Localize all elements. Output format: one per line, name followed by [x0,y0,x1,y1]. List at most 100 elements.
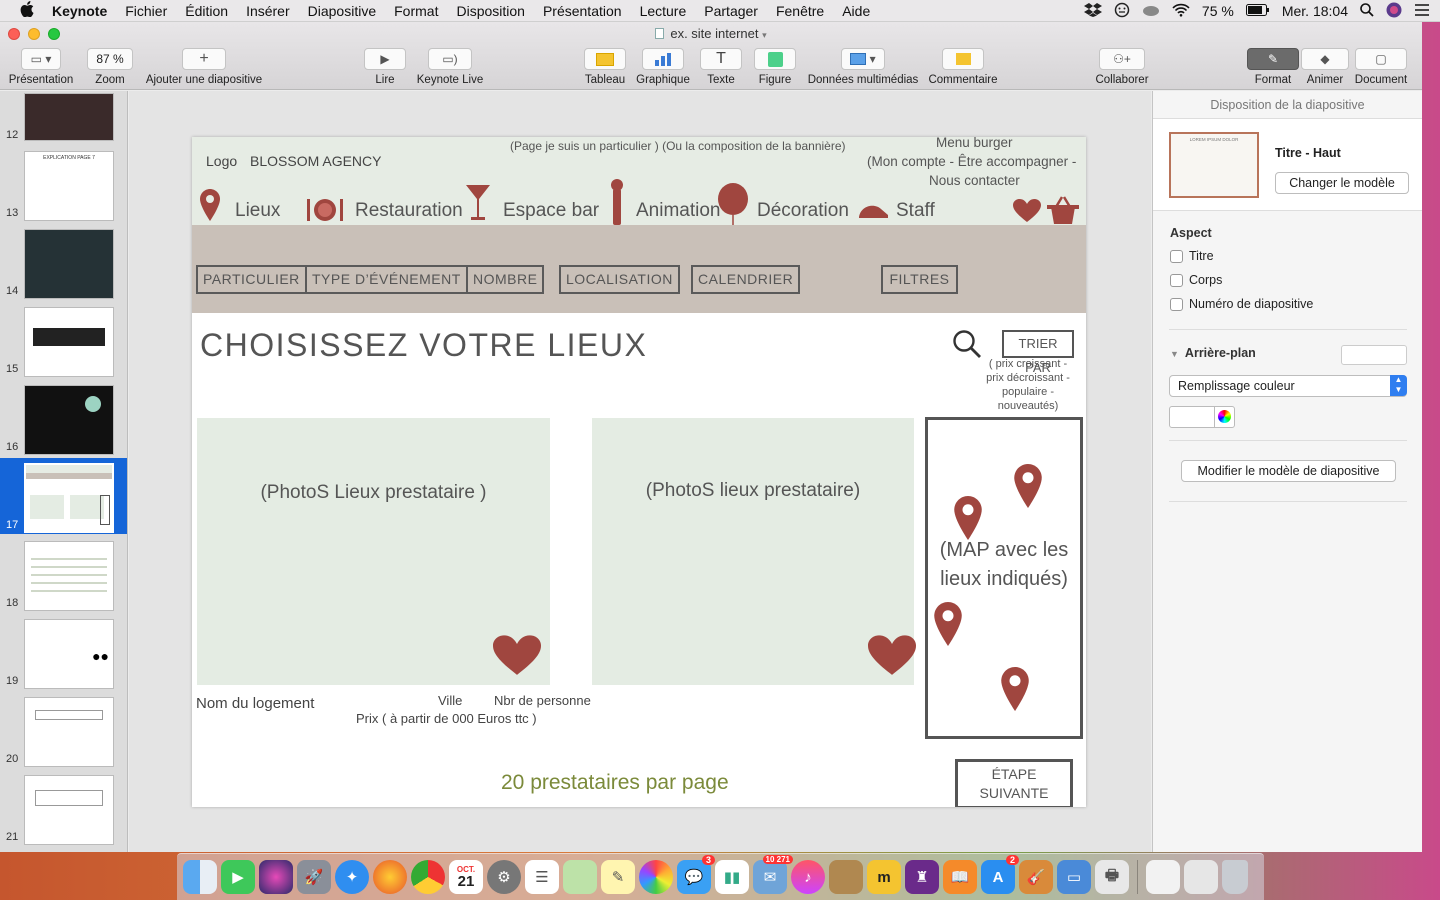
slide-thumbnail-15[interactable] [24,307,114,377]
game-icon[interactable]: ♜ [905,860,939,894]
fill-type-select[interactable]: Remplissage couleur ▲ ▼ [1169,375,1407,397]
launchpad-icon[interactable]: 🚀 [297,860,331,894]
play-button[interactable]: ▶ Lire [364,48,406,86]
next-step-button[interactable]: ÉTAPE SUIVANTE [955,759,1073,807]
status-face-icon[interactable] [1114,2,1130,21]
presentation-menu-button[interactable]: ▭ ▾ Présentation [8,48,74,86]
menu-aide[interactable]: Aide [842,3,870,19]
menu-format[interactable]: Format [394,3,438,19]
color-wheel-button[interactable] [1214,406,1235,428]
media-button[interactable]: ▾ Données multimédias [806,48,920,86]
edit-master-button[interactable]: Modifier le modèle de diapositive [1181,460,1396,482]
siri-dock-icon[interactable] [259,860,293,894]
slide-thumbnail-21[interactable] [24,775,114,845]
notification-center-icon[interactable] [1414,3,1430,20]
zoom-menu-button[interactable]: 87 % Zoom [86,48,134,86]
documents-stack-icon[interactable] [1184,860,1218,894]
menu-edition[interactable]: Édition [185,3,228,19]
dropbox-icon[interactable] [1083,2,1102,20]
map-pin-icon[interactable] [934,602,962,646]
shopping-basket-icon[interactable] [1047,195,1079,225]
nav-espace-bar[interactable]: Espace bar [503,200,599,222]
menu-presentation[interactable]: Présentation [543,3,622,19]
menu-disposition[interactable]: Disposition [456,3,524,19]
table-button[interactable]: Tableau [583,48,627,86]
collaborate-button[interactable]: ⚇+ Collaborer [1094,48,1150,86]
slide-thumbnail-20[interactable] [24,697,114,767]
format-tab[interactable]: ✎ Format [1247,48,1299,86]
notes-icon[interactable]: ✎ [601,860,635,894]
keynote-live-button[interactable]: ▭) Keynote Live [414,48,486,86]
menu-lecture[interactable]: Lecture [640,3,687,19]
wifi-icon[interactable] [1172,3,1190,20]
slide-thumbnail-19[interactable]: ●● [24,619,114,689]
chart-button[interactable]: Graphique [635,48,691,86]
slide-number-checkbox[interactable] [1170,297,1183,311]
contacts-icon[interactable] [829,860,863,894]
books-icon[interactable]: 📖 [943,860,977,894]
change-master-button[interactable]: Changer le modèle [1275,172,1409,194]
calendar-icon[interactable]: OCT. 21 [449,860,483,894]
document-title[interactable]: ex. site internet ▾ [0,26,1422,41]
spotlight-search-icon[interactable] [1360,2,1374,20]
filter-nombre[interactable]: NOMBRE [466,265,545,294]
filter-filtres-button[interactable]: FILTRES [881,265,958,294]
m-app-icon[interactable]: m [867,860,901,894]
music-icon[interactable]: ♪ [791,860,825,894]
firefox-icon[interactable] [373,860,407,894]
photos-icon[interactable] [639,860,673,894]
app-store-icon[interactable]: A2 [981,855,1019,894]
filter-localisation[interactable]: LOCALISATION [559,265,680,294]
facetime-icon[interactable]: ▶ [221,860,255,894]
map-pin-icon[interactable] [1014,464,1042,508]
favorites-heart-icon[interactable] [1013,199,1041,223]
clock[interactable]: Mer. 18:04 [1282,3,1348,19]
add-slide-button[interactable]: + Ajouter une diapositive [142,48,266,86]
apple-menu-icon[interactable] [20,0,34,21]
keynote-dock-icon[interactable]: ▭ [1057,860,1091,894]
chrome-icon[interactable] [411,860,445,894]
menu-app-keynote[interactable]: Keynote [52,3,107,19]
search-icon[interactable] [952,329,982,359]
map-pin-icon[interactable] [954,496,982,540]
slide-thumbnail-16[interactable] [24,385,114,455]
favorite-heart-icon[interactable] [493,635,541,677]
comment-button[interactable]: Commentaire [927,48,999,86]
venue-photo-1[interactable]: (PhotoS Lieux prestataire ) [197,418,550,685]
trash-icon[interactable] [1222,860,1248,894]
creative-cloud-icon[interactable] [1142,3,1160,20]
background-color-swatch[interactable] [1341,345,1407,365]
menu-diapositive[interactable]: Diapositive [308,3,376,19]
downloads-stack-icon[interactable] [1146,860,1180,894]
animate-tab[interactable]: ◆ Animer [1301,48,1349,86]
nav-restauration[interactable]: Restauration [355,200,463,222]
favorite-heart-icon[interactable] [868,635,916,677]
maps-icon[interactable] [563,860,597,894]
numbers-icon[interactable]: ▮▮ [715,860,749,894]
title-checkbox-row[interactable]: Titre [1170,249,1214,263]
slide-number-checkbox-row[interactable]: Numéro de diapositive [1170,297,1313,311]
menu-inserer[interactable]: Insérer [246,3,290,19]
system-preferences-icon[interactable]: ⚙ [487,860,521,894]
nav-animation[interactable]: Animation [636,200,721,222]
finder-icon[interactable] [183,860,217,894]
fill-color-well[interactable] [1169,406,1215,428]
map-panel[interactable]: (MAP avec les lieux indiqués) [925,417,1083,739]
document-tab[interactable]: ▢ Document [1352,48,1410,86]
battery-icon[interactable] [1245,3,1270,19]
sort-button[interactable]: TRIER PAR [1002,330,1074,375]
slide-thumbnail-14[interactable] [24,229,114,299]
nav-decoration[interactable]: Décoration [757,200,849,222]
shape-button[interactable]: Figure [754,48,796,86]
slide-thumbnail-12[interactable] [24,93,114,141]
body-checkbox[interactable] [1170,273,1183,287]
master-thumbnail[interactable]: LOREM IPSUM DOLOR [1169,132,1259,198]
venue-photo-2[interactable]: (PhotoS lieux prestataire) [592,418,916,685]
nav-lieux[interactable]: Lieux [235,200,280,222]
slide[interactable]: Logo BLOSSOM AGENCY (Page je suis un par… [192,137,1086,807]
reminders-icon[interactable]: ☰ [525,860,559,894]
menu-fenetre[interactable]: Fenêtre [776,3,824,19]
body-checkbox-row[interactable]: Corps [1170,273,1222,287]
nav-staff[interactable]: Staff [896,200,935,222]
messages-icon[interactable]: 💬 3 [677,855,715,894]
